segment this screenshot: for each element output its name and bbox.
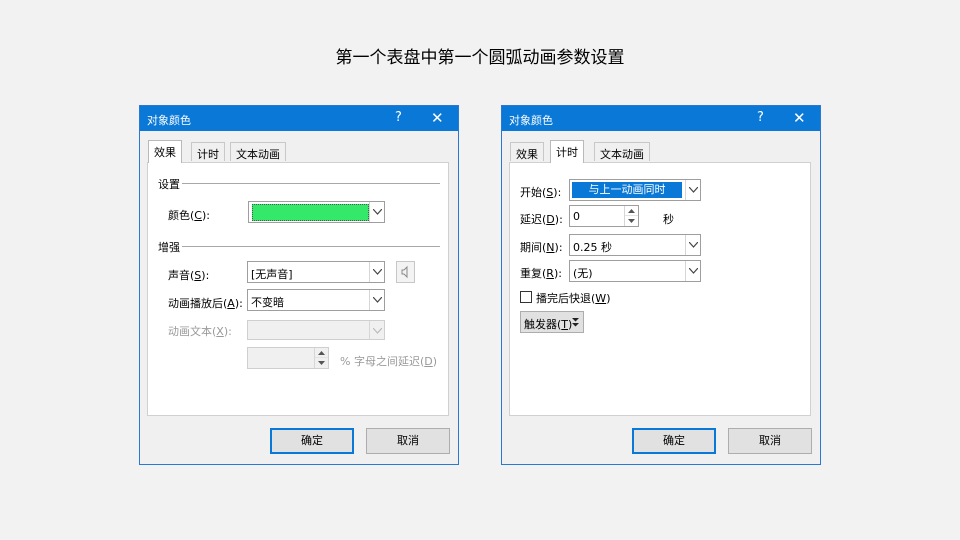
ok-button[interactable]: 确定: [270, 428, 354, 454]
spin-down-icon[interactable]: [315, 358, 328, 368]
start-label: 开始(S):: [520, 186, 562, 199]
triggers-button[interactable]: 触发器(T): [520, 311, 584, 333]
cancel-button[interactable]: 取消: [366, 428, 450, 454]
triggers-label: 触发器(T): [524, 318, 573, 331]
letter-delay-spinner[interactable]: [247, 347, 329, 369]
tab-text-animation[interactable]: 文本动画: [594, 142, 650, 161]
chevron-down-icon[interactable]: [369, 202, 384, 222]
rewind-label: 播完后快退(W): [536, 292, 611, 305]
speaker-icon: [401, 265, 408, 279]
chevron-down-icon[interactable]: [369, 262, 384, 282]
tab-timing[interactable]: 计时: [550, 140, 584, 163]
effect-panel: 设置 颜色(C): 增强 声音(S): [无声音] 动画播放后(A): 不变暗 …: [147, 162, 449, 416]
close-icon[interactable]: ✕: [431, 109, 444, 127]
color-label: 颜色(C):: [168, 209, 210, 222]
chevron-down-icon[interactable]: [685, 180, 700, 200]
start-select[interactable]: 与上一动画同时: [569, 179, 701, 201]
animate-text-select[interactable]: [247, 320, 385, 340]
sound-volume-button[interactable]: [396, 261, 415, 283]
chevron-down-icon[interactable]: [369, 290, 384, 310]
chevron-down-icon[interactable]: [685, 261, 700, 281]
tab-effect[interactable]: 效果: [510, 142, 544, 161]
dialog-titlebar: 对象颜色 ? ✕: [140, 106, 458, 131]
start-value: 与上一动画同时: [572, 182, 682, 198]
chevron-down-icon[interactable]: [369, 321, 384, 339]
settings-section-header: 设置: [158, 178, 180, 191]
ok-button[interactable]: 确定: [632, 428, 716, 454]
help-icon[interactable]: ?: [395, 110, 402, 125]
rewind-checkbox[interactable]: [520, 291, 532, 303]
slide-title: 第一个表盘中第一个圆弧动画参数设置: [335, 48, 625, 68]
repeat-value: (无): [573, 267, 593, 280]
timing-options-dialog: 对象颜色 ? ✕ 效果 计时 文本动画 开始(S): 与上一动画同时 延迟(D)…: [501, 105, 821, 465]
double-chevron-down-icon: [572, 318, 579, 327]
dialog-title: 对象颜色: [147, 114, 191, 127]
section-divider: [182, 246, 440, 247]
after-animation-select[interactable]: 不变暗: [247, 289, 385, 311]
spin-down-icon[interactable]: [625, 216, 638, 226]
tab-effect[interactable]: 效果: [148, 140, 182, 163]
tab-timing[interactable]: 计时: [191, 142, 225, 161]
duration-label: 期间(N):: [520, 241, 563, 254]
repeat-select[interactable]: (无): [569, 260, 701, 282]
after-animation-label: 动画播放后(A):: [168, 297, 243, 310]
color-picker-combo[interactable]: [248, 201, 385, 223]
tab-text-animation[interactable]: 文本动画: [230, 142, 286, 161]
delay-spinner[interactable]: 0: [569, 205, 639, 227]
sound-label: 声音(S):: [168, 269, 210, 282]
after-animation-value: 不变暗: [251, 296, 284, 309]
repeat-label: 重复(R):: [520, 267, 562, 280]
delay-label: 延迟(D):: [520, 213, 563, 226]
sound-value: [无声音]: [251, 268, 293, 281]
delay-value: 0: [573, 210, 580, 223]
delay-unit: 秒: [663, 213, 674, 226]
color-swatch: [252, 204, 369, 221]
close-icon[interactable]: ✕: [793, 109, 806, 127]
spin-up-icon[interactable]: [315, 348, 328, 358]
duration-value: 0.25 秒: [573, 241, 612, 254]
duration-select[interactable]: 0.25 秒: [569, 234, 701, 256]
spin-up-icon[interactable]: [625, 206, 638, 216]
help-icon[interactable]: ?: [757, 110, 764, 125]
timing-panel: 开始(S): 与上一动画同时 延迟(D): 0 秒 期间(N): 0.25 秒 …: [509, 162, 811, 416]
chevron-down-icon[interactable]: [685, 235, 700, 255]
effect-options-dialog: 对象颜色 ? ✕ 效果 计时 文本动画 设置 颜色(C): 增强 声音(S): …: [139, 105, 459, 465]
dialog-titlebar: 对象颜色 ? ✕: [502, 106, 820, 131]
cancel-button[interactable]: 取消: [728, 428, 812, 454]
sound-select[interactable]: [无声音]: [247, 261, 385, 283]
section-divider: [182, 183, 440, 184]
dialog-title: 对象颜色: [509, 114, 553, 127]
enhance-section-header: 增强: [158, 241, 180, 254]
letter-delay-label: % 字母之间延迟(D): [340, 355, 438, 368]
animate-text-label: 动画文本(X):: [168, 325, 232, 338]
